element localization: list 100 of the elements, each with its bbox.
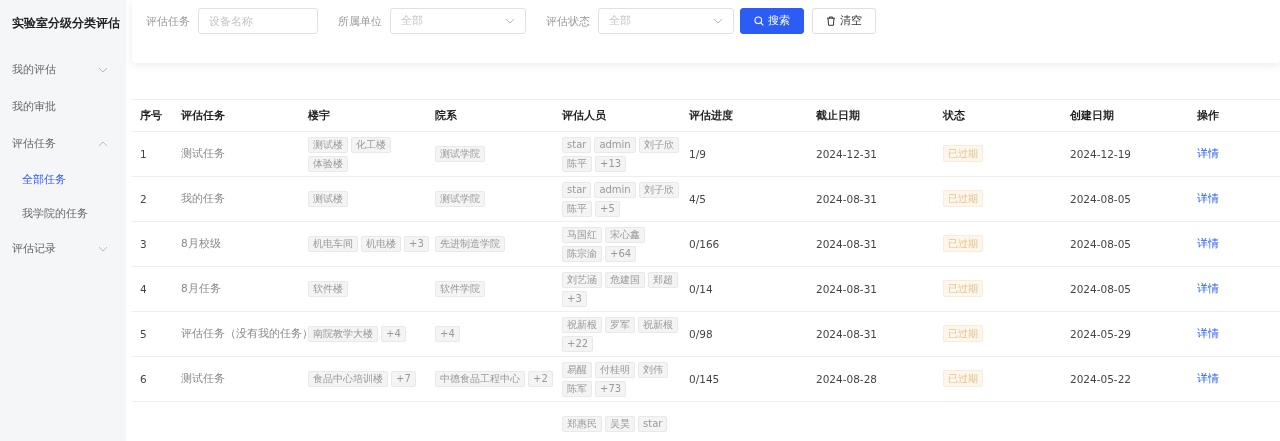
department-tag: 软件学院	[435, 281, 485, 297]
row-number: 4	[140, 283, 147, 295]
chevron-icon	[98, 66, 108, 73]
details-link[interactable]: 详情	[1197, 372, 1219, 384]
department-tag: 测试学院	[435, 146, 485, 162]
deadline-date: 2024-08-31	[816, 283, 878, 295]
column-header: 创建日期	[1070, 108, 1114, 121]
status-badge: 已过期	[943, 235, 983, 252]
building-tag: 测试楼	[308, 191, 348, 207]
created-date: 2024-08-05	[1070, 283, 1132, 295]
evaluator-tag: +3	[562, 290, 587, 307]
progress-text: 0/14	[689, 283, 713, 295]
evaluator-tag: +22	[562, 335, 594, 352]
column-header: 楼宇	[308, 108, 330, 121]
evaluator-tag: 郑惠民	[562, 416, 602, 432]
menu-item[interactable]: 评估任务	[0, 125, 126, 162]
evaluator-tag: 罗军	[605, 316, 635, 333]
evaluator-tag: +64	[605, 245, 637, 262]
task-name: 测试任务	[181, 147, 225, 159]
building-tag: 食品中心培训楼	[308, 371, 388, 387]
evaluator-tag: 宋心鑫	[605, 226, 645, 243]
building-tag: +4	[381, 326, 406, 342]
evaluator-tag: 祝新根	[562, 316, 602, 333]
evaluator-tag: star	[638, 416, 668, 432]
building-tag: +7	[391, 371, 416, 387]
building-tag: +3	[404, 236, 429, 252]
status-badge: 已过期	[943, 325, 983, 342]
details-link[interactable]: 详情	[1197, 237, 1219, 249]
evaluator-tag: 刘伟	[638, 361, 668, 378]
building-tag: 测试楼	[308, 136, 348, 153]
search-button[interactable]: 搜索	[740, 8, 804, 34]
department-tag: 中德食品工程中心	[435, 371, 525, 387]
menu-item[interactable]: 评估记录	[0, 230, 126, 267]
evaluator-tag: 祝新根	[638, 316, 678, 333]
building-tag: 机电车间	[308, 236, 358, 252]
building-tag: 机电楼	[361, 236, 401, 252]
column-header: 评估进度	[689, 108, 733, 121]
column-header: 截止日期	[816, 108, 860, 121]
created-date: 2024-05-29	[1070, 328, 1132, 340]
evaluator-tag: 陈军	[562, 380, 592, 397]
created-date: 2024-05-22	[1070, 373, 1132, 385]
status-badge: 已过期	[943, 370, 983, 387]
chevron-icon	[713, 18, 723, 24]
evaluator-tag: admin	[594, 136, 636, 153]
created-date: 2024-08-05	[1070, 238, 1132, 250]
evaluator-tag: 危建国	[605, 271, 645, 288]
details-link[interactable]: 详情	[1197, 192, 1219, 204]
evaluator-tag: 刘艺涵	[562, 271, 602, 288]
deadline-date: 2024-08-31	[816, 238, 878, 250]
column-header: 状态	[943, 108, 965, 121]
search-icon	[754, 16, 764, 26]
chevron-icon	[98, 245, 108, 252]
submenu-item[interactable]: 我学院的任务	[0, 196, 126, 230]
evaluator-tag: 郑超	[648, 271, 678, 288]
column-header: 院系	[435, 108, 457, 121]
column-header: 序号	[140, 108, 162, 121]
department-tag: +2	[528, 371, 553, 387]
chevron-icon	[98, 140, 108, 147]
filter-label: 所属单位	[338, 14, 382, 29]
app-title: 实验室分级分类评估	[12, 16, 120, 30]
building-tag: 体验楼	[308, 155, 348, 172]
created-date: 2024-08-05	[1070, 193, 1132, 205]
progress-text: 0/98	[689, 328, 713, 340]
evaluator-tag: 马国红	[562, 226, 602, 243]
status-badge: 已过期	[943, 280, 983, 297]
menu-item[interactable]: 我的评估	[0, 51, 126, 88]
task-name: 测试任务	[181, 372, 225, 384]
submenu-item[interactable]: 全部任务	[0, 162, 126, 196]
status-badge: 已过期	[943, 190, 983, 207]
department-tag: +4	[435, 326, 460, 342]
task-name: 8月任务	[181, 282, 221, 294]
row-number: 1	[140, 148, 147, 160]
department-tag: 测试学院	[435, 191, 485, 207]
progress-text: 0/166	[689, 238, 720, 250]
deadline-date: 2024-08-28	[816, 373, 878, 385]
created-date: 2024-12-19	[1070, 148, 1132, 160]
details-link[interactable]: 详情	[1197, 282, 1219, 294]
column-header: 操作	[1197, 108, 1219, 121]
row-number: 2	[140, 193, 147, 205]
menu-item[interactable]: 我的审批	[0, 88, 126, 125]
details-link[interactable]: 详情	[1197, 327, 1219, 339]
evaluator-tag: 付桂明	[595, 361, 635, 378]
evaluator-tag: 刘子欣	[638, 136, 679, 153]
evaluator-tag: +13	[595, 155, 627, 172]
evaluator-tag: +5	[595, 200, 620, 217]
progress-text: 4/5	[689, 193, 706, 205]
evaluator-tag: star	[562, 136, 592, 153]
evaluator-tag: star	[562, 181, 592, 198]
clear-button[interactable]: 清空	[812, 8, 876, 34]
task-name: 8月校级	[181, 237, 221, 249]
building-tag: 化工楼	[351, 136, 391, 153]
building-tag: 南院教学大楼	[308, 326, 378, 342]
row-number: 5	[140, 328, 147, 340]
building-tag: 软件楼	[308, 281, 348, 297]
details-link[interactable]: 详情	[1197, 147, 1219, 159]
deadline-date: 2024-08-31	[816, 193, 878, 205]
department-tag: 先进制造学院	[435, 236, 505, 252]
column-header: 评估人员	[562, 108, 606, 121]
evaluator-tag: 刘子欣	[638, 181, 679, 198]
column-header: 评估任务	[181, 108, 225, 121]
